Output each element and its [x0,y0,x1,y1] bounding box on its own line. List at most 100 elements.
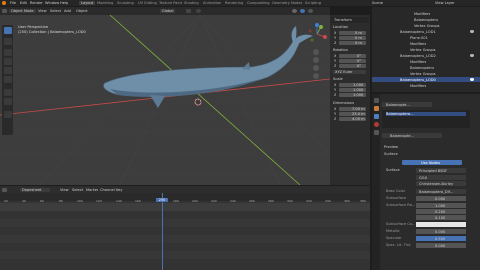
outliner-row[interactable]: Vertex Groups [372,47,480,52]
menu-marker[interactable]: Marker [86,188,98,192]
select-box-tool-icon[interactable] [3,27,12,34]
workspace-tab-compositing[interactable]: Compositing [247,1,270,5]
dopesheet-area[interactable] [0,193,370,270]
frame-tick: 380 [360,199,366,203]
menu-add[interactable]: Add [64,9,71,13]
subsurface-color-swatch[interactable] [416,222,466,227]
menu-view[interactable]: View [38,9,47,13]
editor-type-icon[interactable] [2,9,7,13]
menu-render[interactable]: Render [30,1,43,5]
zoom-icon[interactable] [313,49,319,55]
add-cube-tool-icon[interactable] [3,111,12,118]
render-properties-icon[interactable] [373,98,379,103]
outliner-row[interactable]: Balaenopteru_LOD2 [372,53,480,58]
outliner-row[interactable]: Balaenopteru [372,65,480,70]
outliner-row[interactable]: Balaenopteru [372,17,480,22]
frame-tick: 140 [116,199,122,203]
transform-header[interactable]: Transform [334,18,352,22]
scale-tool-icon[interactable] [3,67,12,74]
visibility-eye-icon[interactable] [470,54,474,57]
workspace-tab-shading[interactable]: Shading [184,1,199,5]
cursor-tool-icon[interactable] [3,38,12,45]
viewport-shading-rendered-icon[interactable] [308,9,313,13]
blender-logo-icon[interactable] [2,1,6,5]
workspace-tab-scripting[interactable]: Scripting [305,1,321,5]
menu-file[interactable]: File [10,1,16,5]
snap-icon[interactable] [186,9,191,13]
rotation-y-axis: Y [334,59,337,63]
outliner-item-label: Vertex Groups [414,23,440,28]
scene-selector[interactable]: Scene [372,1,383,5]
material-properties-icon[interactable] [373,122,379,127]
outliner-row[interactable]: Modifiers [372,83,480,88]
menu-select[interactable]: Select [72,188,83,192]
location-y-field[interactable] [339,36,366,40]
outliner-row[interactable]: Modifiers [372,59,480,64]
workspace-tab-sculpting[interactable]: Sculpting [117,1,134,5]
outliner-row[interactable]: Plane.001 [372,35,480,40]
rotation-y-field[interactable] [339,59,366,63]
visibility-eye-icon[interactable] [470,30,474,33]
physics-properties-icon[interactable] [373,130,379,135]
location-x-field[interactable] [339,31,366,35]
outliner-row[interactable]: Balaenopteru_LOD1 [372,29,480,34]
workspace-tab-rendering[interactable]: Rendering [225,1,243,5]
rotation-z-field[interactable] [339,64,366,68]
proportional-edit-icon[interactable] [196,9,201,13]
object-properties-icon[interactable] [373,106,379,111]
location-z-field[interactable] [339,41,366,45]
dopesheet-mode-dropdown[interactable]: Dopesheet [20,187,50,192]
frame-ruler[interactable] [0,193,370,201]
workspace-tab-layout[interactable]: Layout [79,1,96,5]
material-slot-list[interactable]: Balaenoptera... [382,110,470,128]
mode-dropdown[interactable]: Object Mode [9,9,36,13]
current-frame-indicator[interactable]: 250 [156,198,168,202]
transform-orientation-dropdown[interactable]: Global [160,9,176,13]
rotate-tool-icon[interactable] [3,58,12,65]
menu-edit[interactable]: Edit [20,1,27,5]
menu-select[interactable]: Select [50,9,61,13]
outliner-row[interactable]: Vertex Groups [372,23,480,28]
workspace-tab-texture-paint[interactable]: Texture Paint [159,1,182,5]
transform-tool-icon[interactable] [3,76,12,83]
workspace-tab-animation[interactable]: Animation [203,1,221,5]
menu-view[interactable]: View [60,188,69,192]
outliner-row[interactable]: Modifiers [372,41,480,46]
visibility-eye-icon[interactable] [470,78,474,81]
navigation-gizmo[interactable] [306,23,328,45]
menu-help[interactable]: Help [60,1,68,5]
location-x-axis: X [334,31,337,35]
annotate-tool-icon[interactable] [3,89,12,96]
outliner[interactable]: Modifiers Balaenopteru Vertex Groups Bal… [372,7,480,92]
surface-panel-header[interactable]: Surface [384,152,398,156]
camera-view-icon[interactable] [313,65,319,71]
viewport-shading-material-icon[interactable] [300,9,305,13]
modifier-properties-icon[interactable] [373,114,379,119]
editor-type-icon[interactable] [2,187,7,192]
outliner-row-selected[interactable]: Balaenopteru_LOD0 [372,77,480,82]
transform-section[interactable]: Transform [331,17,369,23]
viewport-shading-solid-icon[interactable] [292,9,297,13]
measure-tool-icon[interactable] [3,98,12,105]
outliner-row[interactable]: Modifiers [372,11,480,16]
preview-panel-header[interactable]: Preview [384,145,398,149]
perspective-toggle-icon[interactable] [313,73,319,79]
playhead-line[interactable] [162,193,163,270]
rotation-x-field[interactable] [339,54,366,58]
menu-window[interactable]: Window [45,1,59,5]
workspace-tab-uv-editing[interactable]: UV Editing [138,1,157,5]
material-slot-item[interactable]: Balaenoptera... [386,112,466,116]
view-layer-selector[interactable]: View Layer [435,1,455,5]
frame-tick: 120 [96,199,102,203]
pan-hand-icon[interactable] [313,57,319,63]
menu-channel[interactable]: Channel [100,188,115,192]
workspace-tab-geometry-nodes[interactable]: Geometry Nodes [272,1,302,5]
workspace-tab-modeling[interactable]: Modeling [97,1,113,5]
move-tool-icon[interactable] [3,49,12,56]
menu-object[interactable]: Object [76,9,88,13]
input-label: Spec. Lit. Tint [386,243,411,247]
scale-x-axis: X [334,83,337,87]
menu-key[interactable]: Key [116,188,123,192]
outliner-row[interactable]: Vertex Groups [372,71,480,76]
3d-viewport[interactable]: User Perspective (250) Collection | Bala… [0,15,330,185]
